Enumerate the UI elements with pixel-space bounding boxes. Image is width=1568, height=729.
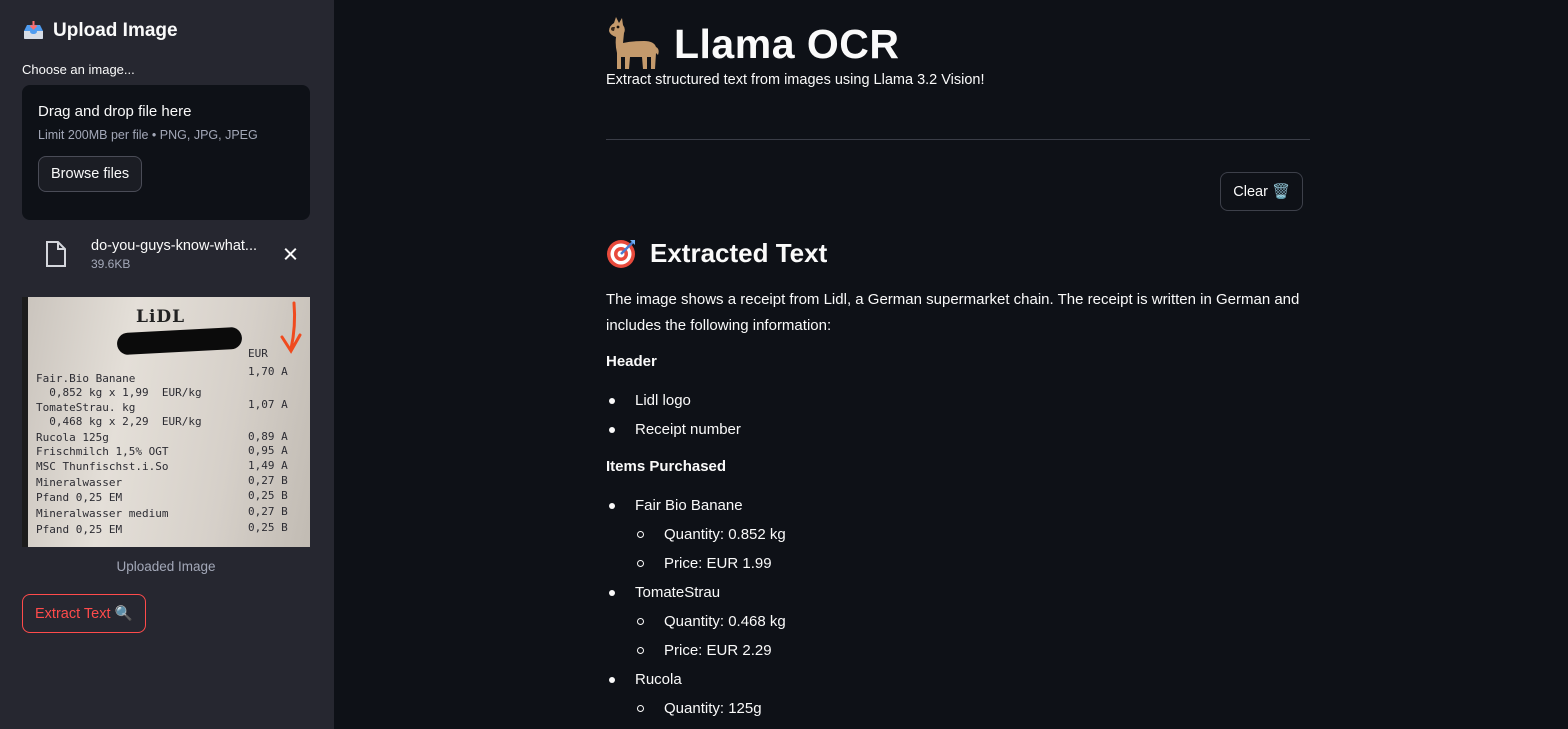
main-content: Llama OCR Extract structured text from i…: [334, 0, 1568, 729]
clear-button[interactable]: Clear 🗑️: [1220, 172, 1303, 211]
receipt-line: Mineralwasser medium: [36, 507, 169, 520]
list-item: TomateStrau Quantity: 0.468 kg Price: EU…: [606, 578, 1310, 665]
sidebar: Upload Image Choose an image... Drag and…: [0, 0, 334, 729]
header-heading: Header: [606, 353, 657, 370]
clear-row: Clear 🗑️: [606, 172, 1310, 211]
intro-paragraph: The image shows a receipt from Lidl, a G…: [606, 291, 1300, 334]
receipt-price: 0,89 A: [248, 430, 288, 443]
divider: [606, 139, 1310, 140]
sidebar-header: Upload Image: [22, 18, 310, 44]
sidebar-title: Upload Image: [53, 20, 178, 41]
file-dropzone[interactable]: Drag and drop file here Limit 200MB per …: [22, 85, 310, 220]
receipt-currency: EUR: [248, 347, 268, 360]
receipt-price: 0,27 B: [248, 474, 288, 487]
file-name: do-you-guys-know-what...: [91, 237, 258, 254]
receipt-price: 0,27 B: [248, 505, 288, 518]
receipt-line: 0,468 kg x 2,29 EUR/kg: [36, 415, 202, 428]
page-title: Llama OCR: [674, 20, 900, 67]
list-item: Quantity: 0.852 kg: [635, 520, 1310, 549]
list-item: Price: EUR 2.29: [635, 636, 1310, 665]
receipt-line: TomateStrau. kg: [36, 401, 136, 414]
app: Upload Image Choose an image... Drag and…: [0, 0, 1568, 729]
receipt-shadow: [22, 297, 28, 547]
list-item: Quantity: 125g: [635, 694, 1310, 723]
dropzone-title: Drag and drop file here: [38, 103, 192, 120]
receipt-price: 0,25 B: [248, 521, 288, 534]
items-list: Fair Bio Banane Quantity: 0.852 kg Price…: [606, 491, 1310, 723]
inbox-tray-icon: [22, 21, 45, 41]
list-item: Lidl logo: [606, 386, 1310, 415]
llama-icon: [606, 17, 662, 71]
list-item: Rucola Quantity: 125g: [606, 665, 1310, 723]
receipt-price: 1,49 A: [248, 459, 288, 472]
section-header: Extracted Text: [606, 235, 1310, 271]
header-list: Lidl logo Receipt number: [606, 386, 1310, 444]
receipt-line: Pfand 0,25 EM: [36, 491, 123, 504]
receipt-logo: LiDL: [136, 307, 186, 327]
uploaded-file-row: do-you-guys-know-what... 39.6KB: [22, 235, 310, 273]
receipt-price: 1,07 A: [248, 398, 288, 411]
item-details: Quantity: 0.852 kg Price: EUR 1.99: [635, 520, 1310, 578]
content-column: Llama OCR Extract structured text from i…: [606, 0, 1310, 723]
uploaded-image-preview: LiDL EUR Fair.Bio Banane 1,70 A 0,852 kg…: [22, 297, 310, 547]
uploader-label: Choose an image...: [22, 62, 135, 77]
items-heading: Items Purchased: [606, 458, 727, 475]
receipt-line: Mineralwasser: [36, 476, 123, 489]
item-name: Fair Bio Banane: [635, 497, 743, 514]
extract-text-button[interactable]: Extract Text 🔍: [22, 594, 146, 633]
list-item: Receipt number: [606, 415, 1310, 444]
remove-file-close-icon[interactable]: [281, 244, 301, 264]
image-caption: Uploaded Image: [116, 559, 216, 574]
page-subtitle: Extract structured text from images usin…: [606, 72, 985, 88]
file-size: 39.6KB: [91, 256, 131, 271]
list-item: Fair Bio Banane Quantity: 0.852 kg Price…: [606, 491, 1310, 578]
file-meta: do-you-guys-know-what... 39.6KB: [91, 238, 273, 271]
receipt-price: 0,95 A: [248, 444, 288, 457]
item-name: Rucola: [635, 671, 682, 688]
receipt-line: Fair.Bio Banane: [36, 372, 136, 385]
receipt-price: 1,70 A: [248, 365, 288, 378]
item-details: Quantity: 125g: [635, 694, 1310, 723]
receipt-line: Frischmilch 1,5% OGT: [36, 445, 169, 458]
target-icon: [606, 237, 638, 269]
redaction-mark: [116, 326, 243, 356]
receipt-line: Rucola 125g: [36, 431, 109, 444]
receipt-line: Pfand 0,25 EM: [36, 523, 123, 536]
dropzone-limit: Limit 200MB per file • PNG, JPG, JPEG: [38, 128, 258, 142]
arrow-annotation-icon: [280, 301, 302, 354]
list-item: Quantity: 0.468 kg: [635, 607, 1310, 636]
receipt-line: 0,852 kg x 1,99 EUR/kg: [36, 386, 202, 399]
item-details: Quantity: 0.468 kg Price: EUR 2.29: [635, 607, 1310, 665]
receipt-price: 0,25 B: [248, 489, 288, 502]
item-name: TomateStrau: [635, 584, 721, 601]
list-item: Price: EUR 1.99: [635, 549, 1310, 578]
title-row: Llama OCR: [606, 14, 1310, 74]
receipt-line: MSC Thunfischst.i.So: [36, 460, 169, 473]
browse-files-button[interactable]: Browse files: [38, 156, 143, 192]
section-title: Extracted Text: [650, 237, 828, 268]
file-icon: [44, 240, 68, 268]
